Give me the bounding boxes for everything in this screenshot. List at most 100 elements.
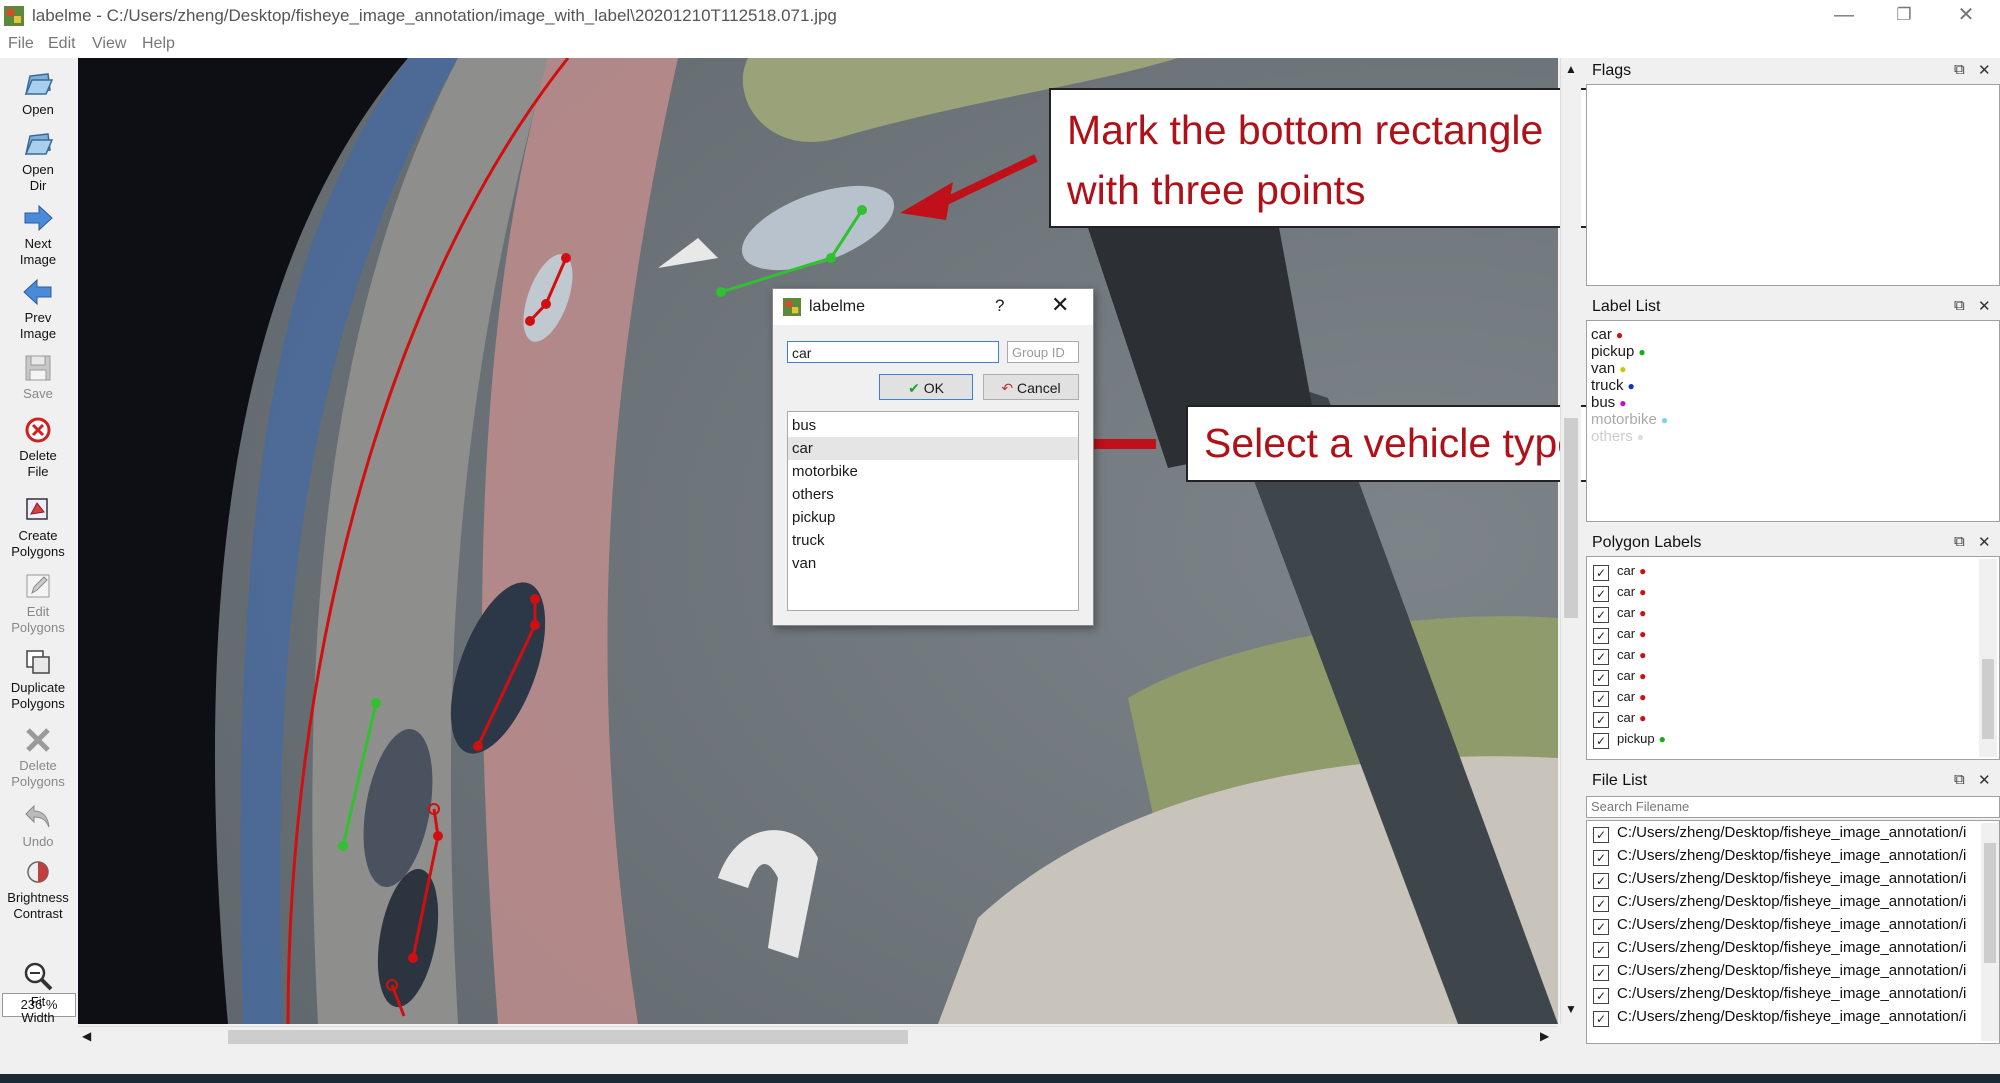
dock-float-icon[interactable]: ⧉ <box>1954 533 1965 550</box>
checkbox[interactable]: ✓ <box>1593 565 1609 581</box>
checkbox[interactable]: ✓ <box>1593 850 1609 866</box>
file-list-item[interactable]: C:/Users/zheng/Desktop/fisheye_image_ann… <box>1617 962 1966 979</box>
polygon-label-item[interactable]: car ● <box>1617 710 1646 725</box>
menu-help[interactable]: Help <box>142 35 175 53</box>
label-option[interactable]: pickup <box>788 506 1078 529</box>
create-polygons-button[interactable]: Create Polygons <box>0 494 76 560</box>
polygon-label-item[interactable]: pickup ● <box>1617 731 1666 746</box>
scroll-thumb[interactable] <box>1982 659 1994 739</box>
dock-close-icon[interactable]: ✕ <box>1978 533 1991 551</box>
open-dir-button[interactable]: Open Dir <box>0 128 76 194</box>
file-list-item[interactable]: C:/Users/zheng/Desktop/fisheye_image_ann… <box>1617 893 1966 910</box>
checkbox[interactable]: ✓ <box>1593 873 1609 889</box>
dock-close-icon[interactable]: ✕ <box>1978 297 1991 315</box>
prev-image-button[interactable]: Prev Image <box>0 276 76 342</box>
checkbox[interactable]: ✓ <box>1593 942 1609 958</box>
polygon-label-item[interactable]: car ● <box>1617 563 1646 578</box>
polygon-label-item[interactable]: car ● <box>1617 647 1646 662</box>
dialog-help-button[interactable]: ? <box>995 296 1004 316</box>
minimize-button[interactable]: — <box>1814 0 1874 32</box>
polygon-list-scrollbar[interactable] <box>1979 559 1997 757</box>
checkbox[interactable]: ✓ <box>1593 965 1609 981</box>
label-option-selected[interactable]: car <box>788 437 1078 460</box>
checkbox[interactable]: ✓ <box>1593 827 1609 843</box>
file-search-input[interactable]: Search Filename <box>1586 796 2000 818</box>
scroll-thumb[interactable] <box>1564 418 1578 618</box>
dock-close-icon[interactable]: ✕ <box>1978 771 1991 789</box>
label-list-item[interactable]: bus ● <box>1591 395 1626 411</box>
scroll-up-icon[interactable]: ▲ <box>1565 62 1577 76</box>
checkbox[interactable]: ✓ <box>1593 712 1609 728</box>
file-list-item[interactable]: C:/Users/zheng/Desktop/fisheye_image_ann… <box>1617 847 1966 864</box>
file-list-item[interactable]: C:/Users/zheng/Desktop/fisheye_image_ann… <box>1617 870 1966 887</box>
checkbox[interactable]: ✓ <box>1593 988 1609 1004</box>
label-list-item[interactable]: truck ● <box>1591 378 1635 394</box>
label-list-item[interactable]: car ● <box>1591 327 1623 343</box>
edit-polygons-button[interactable]: Edit Polygons <box>0 570 76 636</box>
scroll-thumb[interactable] <box>228 1030 908 1044</box>
menu-edit[interactable]: Edit <box>48 35 76 53</box>
file-list-item[interactable]: C:/Users/zheng/Desktop/fisheye_image_ann… <box>1617 985 1966 1002</box>
checkbox[interactable]: ✓ <box>1593 733 1609 749</box>
checkbox[interactable]: ✓ <box>1593 649 1609 665</box>
label-input[interactable]: car <box>787 341 999 363</box>
menu-file[interactable]: File <box>8 35 34 53</box>
dock-float-icon[interactable]: ⧉ <box>1954 61 1965 78</box>
dialog-close-icon[interactable]: ✕ <box>1051 292 1069 318</box>
checkbox[interactable]: ✓ <box>1593 628 1609 644</box>
checkbox[interactable]: ✓ <box>1593 691 1609 707</box>
scroll-down-icon[interactable]: ▼ <box>1565 1002 1577 1016</box>
scroll-right-icon[interactable]: ▶ <box>1540 1029 1549 1043</box>
duplicate-polygons-button[interactable]: Duplicate Polygons <box>0 646 76 712</box>
file-list[interactable]: ✓ C:/Users/zheng/Desktop/fisheye_image_a… <box>1586 820 2000 1044</box>
ok-button[interactable]: ✔ OK <box>879 374 973 400</box>
polygon-label-item[interactable]: car ● <box>1617 584 1646 599</box>
file-list-item[interactable]: C:/Users/zheng/Desktop/fisheye_image_ann… <box>1617 824 1966 841</box>
dock-float-icon[interactable]: ⧉ <box>1954 771 1965 788</box>
canvas-vertical-scrollbar[interactable]: ▲ ▼ <box>1560 58 1581 1024</box>
checkbox[interactable]: ✓ <box>1593 1011 1609 1027</box>
label-option[interactable]: bus <box>788 414 1078 437</box>
label-list-item[interactable]: others ● <box>1591 429 1644 445</box>
next-image-button[interactable]: Next Image <box>0 202 76 268</box>
polygon-label-item[interactable]: car ● <box>1617 605 1646 620</box>
cancel-button[interactable]: ↶ Cancel <box>983 374 1079 400</box>
label-list[interactable]: car ● pickup ● van ● truck ● bus ● motorbike ●… <box>1586 320 2000 522</box>
label-list-item[interactable]: pickup ● <box>1591 344 1646 360</box>
file-list-item[interactable]: C:/Users/zheng/Desktop/fisheye_image_ann… <box>1617 939 1966 956</box>
file-list-item[interactable]: C:/Users/zheng/Desktop/fisheye_image_ann… <box>1617 916 1966 933</box>
close-button[interactable]: ✕ <box>1936 0 1996 32</box>
label-options-list[interactable]: bus car motorbike others pickup truck va… <box>787 411 1079 611</box>
checkbox[interactable]: ✓ <box>1593 607 1609 623</box>
scroll-thumb[interactable] <box>1984 843 1996 963</box>
label-list-item[interactable]: van ● <box>1591 361 1626 377</box>
checkbox[interactable]: ✓ <box>1593 670 1609 686</box>
file-list-scrollbar[interactable] <box>1981 823 1999 1041</box>
label-option[interactable]: truck <box>788 529 1078 552</box>
group-id-input[interactable]: Group ID <box>1007 341 1079 363</box>
polygon-label-item[interactable]: car ● <box>1617 626 1646 641</box>
polygon-label-item[interactable]: car ● <box>1617 689 1646 704</box>
file-list-item[interactable]: C:/Users/zheng/Desktop/fisheye_image_ann… <box>1617 1008 1966 1025</box>
checkbox[interactable]: ✓ <box>1593 586 1609 602</box>
fit-width-button[interactable]: Fit Width <box>0 960 76 1026</box>
polygon-label-item[interactable]: car ● <box>1617 668 1646 683</box>
undo-button[interactable]: Undo <box>0 800 76 850</box>
label-option[interactable]: van <box>788 552 1078 575</box>
dock-float-icon[interactable]: ⧉ <box>1954 297 1965 314</box>
delete-polygons-button[interactable]: Delete Polygons <box>0 724 76 790</box>
label-list-item[interactable]: motorbike ● <box>1591 412 1668 428</box>
label-option[interactable]: motorbike <box>788 460 1078 483</box>
scroll-left-icon[interactable]: ◀ <box>82 1029 91 1043</box>
restore-button[interactable]: ❐ <box>1874 0 1934 32</box>
polygon-labels-list[interactable]: ✓ car ● ✓ car ● ✓ car ● ✓ car ● ✓ car ● ✓ car… <box>1586 556 2000 760</box>
open-button[interactable]: Open <box>0 68 76 118</box>
menu-view[interactable]: View <box>92 35 126 53</box>
checkbox[interactable]: ✓ <box>1593 896 1609 912</box>
checkbox[interactable]: ✓ <box>1593 919 1609 935</box>
label-option[interactable]: others <box>788 483 1078 506</box>
flags-list[interactable] <box>1586 84 2000 286</box>
save-button[interactable]: Save <box>0 352 76 402</box>
delete-file-button[interactable]: Delete File <box>0 414 76 480</box>
brightness-contrast-button[interactable]: Brightness Contrast <box>0 856 76 922</box>
